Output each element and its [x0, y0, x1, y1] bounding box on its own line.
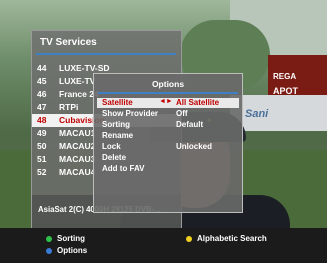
channel-name: LUXE-TV-SD: [59, 63, 110, 73]
channel-number: 45: [37, 76, 47, 86]
channel-number: 48: [37, 115, 47, 125]
option-label: Sorting: [102, 120, 130, 129]
options-divider: [98, 92, 238, 94]
option-label: Rename: [102, 131, 134, 140]
option-label: Add to FAV: [102, 164, 145, 173]
options-popup: Options Satellite ◄► All Satellite Show Pro…: [93, 73, 243, 213]
channel-number: 52: [37, 167, 47, 177]
channel-number: 51: [37, 154, 47, 164]
option-label: Delete: [102, 153, 127, 162]
option-row[interactable]: Rename: [97, 131, 239, 141]
left-right-arrows-icon[interactable]: ◄►: [159, 98, 173, 105]
channel-name: MACAU3: [59, 154, 96, 164]
option-row[interactable]: Show Provider Off: [97, 109, 239, 119]
key-legend: Sorting Options Alphabetic Search: [0, 228, 327, 263]
option-row[interactable]: Sorting Default: [97, 120, 239, 130]
panel-title: TV Services: [40, 37, 97, 48]
option-row[interactable]: Delete: [97, 153, 239, 163]
option-value: Default: [176, 120, 204, 129]
channel-number: 44: [37, 63, 47, 73]
option-row[interactable]: Lock Unlocked: [97, 142, 239, 152]
blue-key-icon: [46, 248, 52, 254]
title-divider: [36, 53, 176, 55]
legend-alphabetic-search[interactable]: Alphabetic Search: [197, 234, 267, 243]
channel-number: 47: [37, 102, 47, 112]
option-value: Off: [176, 109, 188, 118]
option-row[interactable]: Satellite ◄► All Satellite: [97, 98, 239, 108]
option-value: All Satellite: [176, 98, 220, 107]
legend-options[interactable]: Options: [57, 246, 87, 255]
billboard-text: Sani: [245, 108, 269, 120]
channel-name: MACAU4: [59, 167, 96, 177]
channel-number: 46: [37, 89, 47, 99]
green-key-icon: [46, 236, 52, 242]
channel-number: 50: [37, 141, 47, 151]
option-label: Lock: [102, 142, 121, 151]
channel-name: MACAU2: [59, 141, 96, 151]
option-label: Satellite: [102, 98, 133, 107]
option-value: Unlocked: [176, 142, 213, 151]
channel-name: LUXE-TV: [59, 76, 96, 86]
sign-text-1: REGA: [273, 72, 297, 81]
legend-sorting[interactable]: Sorting: [57, 234, 85, 243]
channel-name: RTPi: [59, 102, 79, 112]
channel-number: 49: [37, 128, 47, 138]
channel-name: MACAU1: [59, 128, 96, 138]
options-title: Options: [151, 79, 185, 89]
option-row[interactable]: Add to FAV: [97, 164, 239, 174]
option-label: Show Provider: [102, 109, 159, 118]
yellow-key-icon: [186, 236, 192, 242]
